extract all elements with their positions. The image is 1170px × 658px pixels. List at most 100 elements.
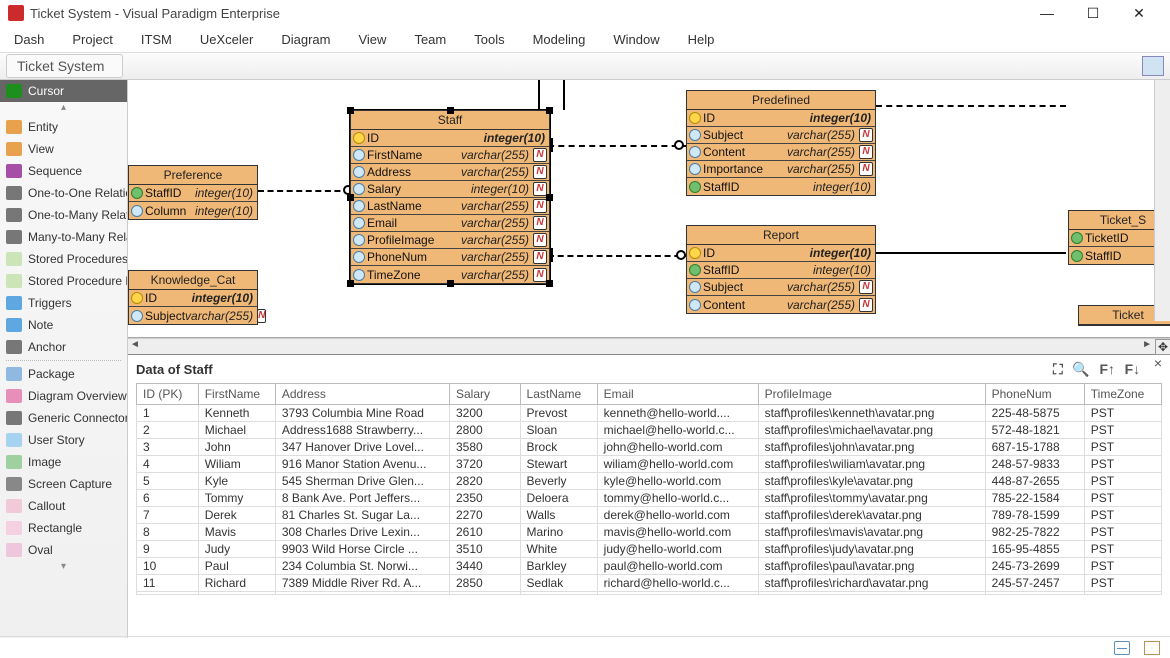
entity-column[interactable]: Emailvarchar(255)N (351, 215, 549, 232)
table-cell[interactable]: staff\profiles\kyle\avatar.png (758, 473, 985, 490)
connector[interactable] (538, 80, 540, 110)
table-cell[interactable]: 308 Charles Drive Lexin... (275, 524, 449, 541)
table-cell[interactable]: kyle@hello-world.com (597, 473, 758, 490)
table-cell[interactable] (597, 592, 758, 595)
search-icon[interactable]: 🔍 (1072, 361, 1089, 377)
table-row[interactable] (137, 592, 1162, 595)
tool-view[interactable]: View (0, 138, 127, 160)
menu-diagram[interactable]: Diagram (281, 32, 330, 47)
table-cell[interactable]: staff\profiles\michael\avatar.png (758, 422, 985, 439)
table-cell[interactable]: 347 Hanover Drive Lovel... (275, 439, 449, 456)
table-cell[interactable]: wiliam@hello-world.com (597, 456, 758, 473)
tool-stored-procedure-result[interactable]: Stored Procedure Result (0, 270, 127, 292)
table-cell[interactable]: Richard (198, 575, 275, 592)
table-cell[interactable]: 448-87-2655 (985, 473, 1084, 490)
table-cell[interactable]: mavis@hello-world.com (597, 524, 758, 541)
entity-column[interactable]: StaffIDinteger(10) (129, 185, 257, 202)
entity-column[interactable]: PhoneNumvarchar(255)N (351, 249, 549, 266)
column-header[interactable]: TimeZone (1084, 384, 1161, 405)
table-cell[interactable]: Kenneth (198, 405, 275, 422)
table-cell[interactable]: Sloan (520, 422, 597, 439)
connector[interactable] (563, 80, 565, 110)
table-cell[interactable]: michael@hello-world.c... (597, 422, 758, 439)
menu-itsm[interactable]: ITSM (141, 32, 172, 47)
fit-icon[interactable]: ⛶ (1053, 361, 1063, 377)
table-cell[interactable] (985, 592, 1084, 595)
menu-dash[interactable]: Dash (14, 32, 44, 47)
tool-many-to-many-relationship[interactable]: Many-to-Many Relationship (0, 226, 127, 248)
table-cell[interactable]: 9903 Wild Horse Circle ... (275, 541, 449, 558)
entity-predefined[interactable]: Predefined IDinteger(10)Subjectvarchar(2… (686, 90, 876, 196)
table-cell[interactable]: Address1688 Strawberry... (275, 422, 449, 439)
table-cell[interactable]: Wiliam (198, 456, 275, 473)
table-cell[interactable] (198, 592, 275, 595)
table-cell[interactable]: Brock (520, 439, 597, 456)
table-cell[interactable]: Paul (198, 558, 275, 575)
menu-project[interactable]: Project (72, 32, 112, 47)
menu-tools[interactable]: Tools (474, 32, 504, 47)
tool-triggers[interactable]: Triggers (0, 292, 127, 314)
table-cell[interactable]: Barkley (520, 558, 597, 575)
entity-column[interactable]: LastNamevarchar(255)N (351, 198, 549, 215)
entity-column[interactable]: FirstNamevarchar(255)N (351, 147, 549, 164)
table-cell[interactable] (137, 592, 199, 595)
table-cell[interactable]: Michael (198, 422, 275, 439)
sort-down-button[interactable]: F↓ (1125, 361, 1141, 377)
table-cell[interactable]: PST (1084, 439, 1161, 456)
entity-column[interactable]: IDinteger(10) (351, 130, 549, 147)
table-cell[interactable]: 234 Columbia St. Norwi... (275, 558, 449, 575)
table-cell[interactable]: 2850 (449, 575, 520, 592)
table-cell[interactable]: 2800 (449, 422, 520, 439)
table-cell[interactable]: 785-22-1584 (985, 490, 1084, 507)
table-cell[interactable]: Walls (520, 507, 597, 524)
table-cell[interactable]: 2 (137, 422, 199, 439)
horizontal-scrollbar[interactable]: ✥ (128, 338, 1170, 354)
table-cell[interactable]: staff\profiles\mavis\avatar.png (758, 524, 985, 541)
tool-stored-procedures[interactable]: Stored Procedures (0, 248, 127, 270)
table-cell[interactable]: tommy@hello-world.c... (597, 490, 758, 507)
table-cell[interactable]: PST (1084, 575, 1161, 592)
table-cell[interactable]: 3200 (449, 405, 520, 422)
table-cell[interactable]: PST (1084, 541, 1161, 558)
sort-up-button[interactable]: F↑ (1099, 361, 1115, 377)
diagram-canvas[interactable]: Preference StaffIDinteger(10)Columninteg… (128, 80, 1170, 338)
tool-entity[interactable]: Entity (0, 116, 127, 138)
menu-uexceler[interactable]: UeXceler (200, 32, 253, 47)
table-cell[interactable]: 10 (137, 558, 199, 575)
menu-team[interactable]: Team (414, 32, 446, 47)
table-cell[interactable]: 3510 (449, 541, 520, 558)
table-cell[interactable]: PST (1084, 507, 1161, 524)
mail-icon[interactable] (1114, 641, 1130, 655)
entity-column[interactable]: IDinteger(10) (687, 110, 875, 127)
table-row[interactable]: 4Wiliam916 Manor Station Avenu...3720Ste… (137, 456, 1162, 473)
entity-staff[interactable]: Staff IDinteger(10)FirstNamevarchar(255)… (350, 110, 550, 284)
table-cell[interactable]: 3720 (449, 456, 520, 473)
table-row[interactable]: 9Judy9903 Wild Horse Circle ...3510White… (137, 541, 1162, 558)
entity-report[interactable]: Report IDinteger(10)StaffIDinteger(10)Su… (686, 225, 876, 314)
vertical-scrollbar[interactable] (1154, 80, 1170, 321)
table-cell[interactable]: Sedlak (520, 575, 597, 592)
entity-column[interactable]: Contentvarchar(255)N (687, 144, 875, 161)
table-row[interactable]: 7Derek81 Charles St. Sugar La...2270Wall… (137, 507, 1162, 524)
entity-column[interactable]: StaffIDinteger(10) (687, 262, 875, 279)
document-icon[interactable] (1144, 641, 1160, 655)
connector[interactable] (876, 252, 1066, 254)
table-cell[interactable]: staff\profiles\wiliam\avatar.png (758, 456, 985, 473)
table-cell[interactable]: 982-25-7822 (985, 524, 1084, 541)
table-cell[interactable]: derek@hello-world.com (597, 507, 758, 524)
column-header[interactable]: Address (275, 384, 449, 405)
column-header[interactable]: LastName (520, 384, 597, 405)
table-cell[interactable]: 3580 (449, 439, 520, 456)
table-row[interactable]: 8Mavis308 Charles Drive Lexin...2610Mari… (137, 524, 1162, 541)
entity-column[interactable]: Contentvarchar(255)N (687, 296, 875, 313)
table-cell[interactable]: 248-57-9833 (985, 456, 1084, 473)
entity-column[interactable]: IDinteger(10) (687, 245, 875, 262)
table-cell[interactable]: 81 Charles St. Sugar La... (275, 507, 449, 524)
tool-callout[interactable]: Callout (0, 495, 127, 517)
table-cell[interactable]: staff\profiles\derek\avatar.png (758, 507, 985, 524)
table-cell[interactable]: White (520, 541, 597, 558)
table-cell[interactable]: Tommy (198, 490, 275, 507)
resize-handle-icon[interactable]: ✥ (1155, 339, 1170, 355)
perspective-icon[interactable] (1142, 56, 1164, 76)
tool-rectangle[interactable]: Rectangle (0, 517, 127, 539)
